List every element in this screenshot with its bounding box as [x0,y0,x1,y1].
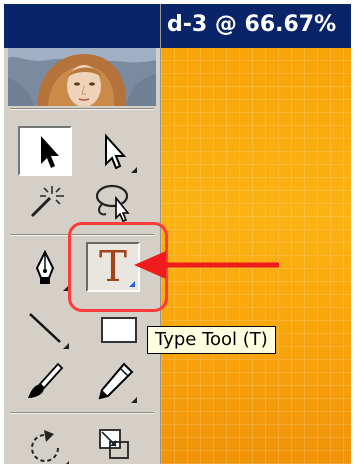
rotate-icon [18,420,72,464]
screenshot-frame: T d-3 @ 66.67% Type Tool (T) [4,4,351,464]
more-tools-indicator [63,461,69,464]
magic-wand-tool-button[interactable] [18,176,72,226]
lasso-icon [86,176,140,226]
pen-tool-button[interactable] [18,244,72,294]
paintbrush-tool-button[interactable] [18,356,72,406]
scale-icon [86,420,140,464]
more-tools-indicator [131,167,137,173]
tools-panel-titlebar [4,4,160,48]
selection-tool-button[interactable] [18,126,72,176]
magic-wand-icon [18,176,72,226]
pointer-arrow-icon [134,248,282,286]
tools-separator [10,108,154,110]
venus-portrait-header-image [8,48,156,106]
paintbrush-icon [18,356,72,406]
document-title: d-3 @ 66.67% [167,12,337,37]
tools-separator [10,412,154,414]
line-segment-tool-button[interactable] [18,302,72,352]
selection-arrow-icon [20,128,70,174]
lasso-tool-button[interactable] [86,176,140,226]
more-tools-indicator [63,343,69,349]
tool-tooltip: Type Tool (T) [147,326,276,354]
more-tools-indicator [131,397,137,403]
rotate-tool-button[interactable] [18,420,72,464]
direct-selection-tool-button[interactable] [86,126,140,176]
document-titlebar[interactable]: d-3 @ 66.67% [161,4,351,48]
scale-tool-button[interactable] [86,420,140,464]
pencil-tool-button[interactable] [86,356,140,406]
